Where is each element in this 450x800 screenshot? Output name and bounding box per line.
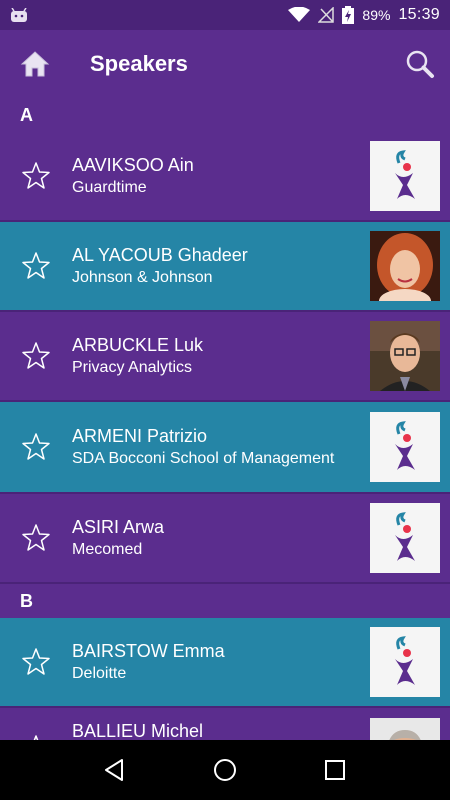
section-header-a: A (0, 98, 450, 132)
portrait-man-image (370, 321, 440, 391)
speaker-info: ARMENI Patrizio SDA Bocconi School of Ma… (72, 425, 370, 469)
star-outline-icon (22, 342, 50, 369)
speaker-row[interactable]: AAVIKSOO Ain Guardtime (0, 132, 450, 222)
status-bar: 89% 15:39 (0, 0, 450, 30)
speaker-photo (370, 503, 440, 573)
speaker-company: Johnson & Johnson (72, 269, 213, 286)
android-notification-icon (11, 8, 27, 22)
speaker-company: SDA Bocconi School of Management (72, 450, 335, 467)
favorite-toggle[interactable] (0, 647, 72, 677)
speaker-company: Mecomed (72, 541, 143, 558)
home-icon (20, 51, 50, 77)
speaker-name: ARBUCKLE Luk (72, 335, 204, 355)
speaker-name: BAIRSTOW Emma (72, 641, 225, 661)
speaker-company: Privacy Analytics (72, 359, 193, 376)
star-outline-icon (22, 433, 50, 460)
favorite-toggle[interactable] (0, 251, 72, 281)
favorite-toggle[interactable] (0, 341, 72, 371)
star-outline-icon (22, 252, 50, 279)
recents-square-icon[interactable] (322, 757, 348, 783)
speaker-row[interactable]: BAIRSTOW Emma Deloitte (0, 618, 450, 708)
favorite-toggle[interactable] (0, 432, 72, 462)
portrait-older-man-image (370, 718, 440, 740)
speaker-photo (370, 412, 440, 482)
favorite-toggle[interactable] (0, 720, 72, 740)
back-triangle-icon[interactable] (102, 757, 128, 783)
speaker-info: ASIRI Arwa Mecomed (72, 516, 370, 560)
speaker-name: ASIRI Arwa (72, 517, 165, 537)
speaker-company: Deloitte (72, 665, 127, 682)
speaker-name: BALLIEU Michel (72, 721, 204, 740)
event-logo-icon (395, 421, 415, 470)
star-outline-icon (22, 648, 50, 675)
home-button[interactable] (19, 48, 51, 80)
favorite-toggle[interactable] (0, 161, 72, 191)
star-outline-icon (22, 162, 50, 189)
speaker-company: Guardtime (72, 179, 147, 196)
speaker-row[interactable]: ASIRI Arwa Mecomed (0, 494, 450, 584)
search-button[interactable] (404, 48, 436, 80)
wifi-icon (288, 7, 311, 22)
favorite-toggle[interactable] (0, 523, 72, 553)
event-logo-icon (395, 150, 415, 199)
section-header-b: B (0, 584, 450, 618)
speaker-photo (370, 321, 440, 391)
speaker-photo (370, 141, 440, 211)
battery-percent: 89% (362, 7, 391, 23)
speaker-info: AL YACOUB Ghadeer Johnson & Johnson (72, 244, 370, 288)
speaker-info: BALLIEU Michel (72, 720, 370, 740)
speaker-photo (370, 718, 440, 740)
speaker-info: AAVIKSOO Ain Guardtime (72, 154, 370, 198)
speaker-photo (370, 627, 440, 697)
battery-charging-icon (342, 6, 355, 24)
speaker-info: BAIRSTOW Emma Deloitte (72, 640, 370, 684)
speaker-name: AAVIKSOO Ain (72, 155, 194, 175)
home-circle-icon[interactable] (212, 757, 238, 783)
search-icon (406, 50, 434, 78)
speaker-info: ARBUCKLE Luk Privacy Analytics (72, 334, 370, 378)
no-signal-icon (318, 7, 335, 23)
status-time: 15:39 (398, 6, 440, 23)
speaker-row[interactable]: BALLIEU Michel (0, 708, 450, 740)
page-title: Speakers (90, 51, 188, 76)
speaker-row[interactable]: ARBUCKLE Luk Privacy Analytics (0, 312, 450, 402)
speaker-row[interactable]: AL YACOUB Ghadeer Johnson & Johnson (0, 222, 450, 312)
portrait-woman-image (370, 231, 440, 301)
system-nav-bar (0, 740, 450, 800)
event-logo-icon (395, 636, 415, 685)
speaker-photo (370, 231, 440, 301)
event-logo-icon (395, 512, 415, 561)
speaker-name: ARMENI Patrizio (72, 426, 208, 446)
speaker-row[interactable]: ARMENI Patrizio SDA Bocconi School of Ma… (0, 402, 450, 494)
star-outline-icon (22, 524, 50, 551)
app-bar: Speakers (0, 30, 450, 98)
speaker-list[interactable]: A AAVIKSOO Ain Guardtime AL YACOUB Ghade… (0, 98, 450, 740)
speaker-name: AL YACOUB Ghadeer (72, 245, 248, 265)
